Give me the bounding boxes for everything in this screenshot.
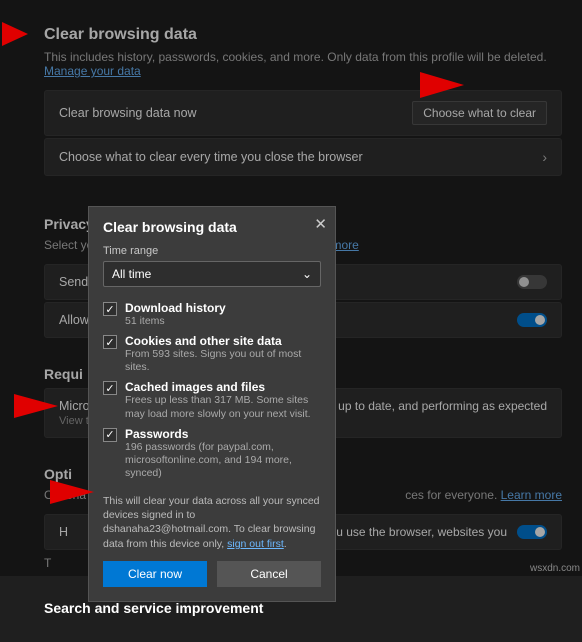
annotation-arrow-icon [2,22,28,46]
checkbox-row: Download history51 items [103,301,321,328]
checkbox-title: Cookies and other site data [125,334,321,348]
annotation-arrow-icon [14,394,58,418]
watermark: wsxdn.com [530,563,580,574]
annotation-arrow-icon [50,480,94,504]
sync-suffix: . [284,538,287,550]
clear-now-button[interactable]: Clear now [103,561,207,587]
checkbox-row: Passwords196 passwords (for paypal.com, … [103,427,321,480]
time-range-value: All time [112,267,151,281]
sign-out-first-link[interactable]: sign out first [227,538,284,550]
checkbox-subtitle: Frees up less than 317 MB. Some sites ma… [125,394,321,420]
annotation-arrow-icon [420,72,464,98]
sync-prefix: This will clear your data across all you… [103,495,320,550]
chevron-down-icon: ⌄ [302,267,312,281]
checkbox-row: Cached images and filesFrees up less tha… [103,380,321,420]
cancel-button[interactable]: Cancel [217,561,321,587]
checkbox-row: Cookies and other site dataFrom 593 site… [103,334,321,374]
section-title-search: Search and service improvement [44,600,562,616]
time-range-label: Time range [103,245,321,257]
checkbox-title: Cached images and files [125,380,321,394]
time-range-select[interactable]: All time ⌄ [103,261,321,287]
dialog-title: Clear browsing data [103,219,321,235]
checkbox[interactable] [103,381,117,395]
checkbox-title: Passwords [125,427,321,441]
close-icon[interactable]: ✕ [314,215,327,233]
checkbox-subtitle: 196 passwords (for paypal.com, microsoft… [125,441,321,480]
checkbox-title: Download history [125,301,226,315]
clear-browsing-data-dialog: ✕ Clear browsing data Time range All tim… [88,206,336,602]
sync-message: This will clear your data across all you… [103,494,321,551]
checkbox[interactable] [103,335,117,349]
checkbox-subtitle: From 593 sites. Signs you out of most si… [125,348,321,374]
checkbox-subtitle: 51 items [125,315,226,328]
checkbox[interactable] [103,302,117,316]
checkbox[interactable] [103,428,117,442]
